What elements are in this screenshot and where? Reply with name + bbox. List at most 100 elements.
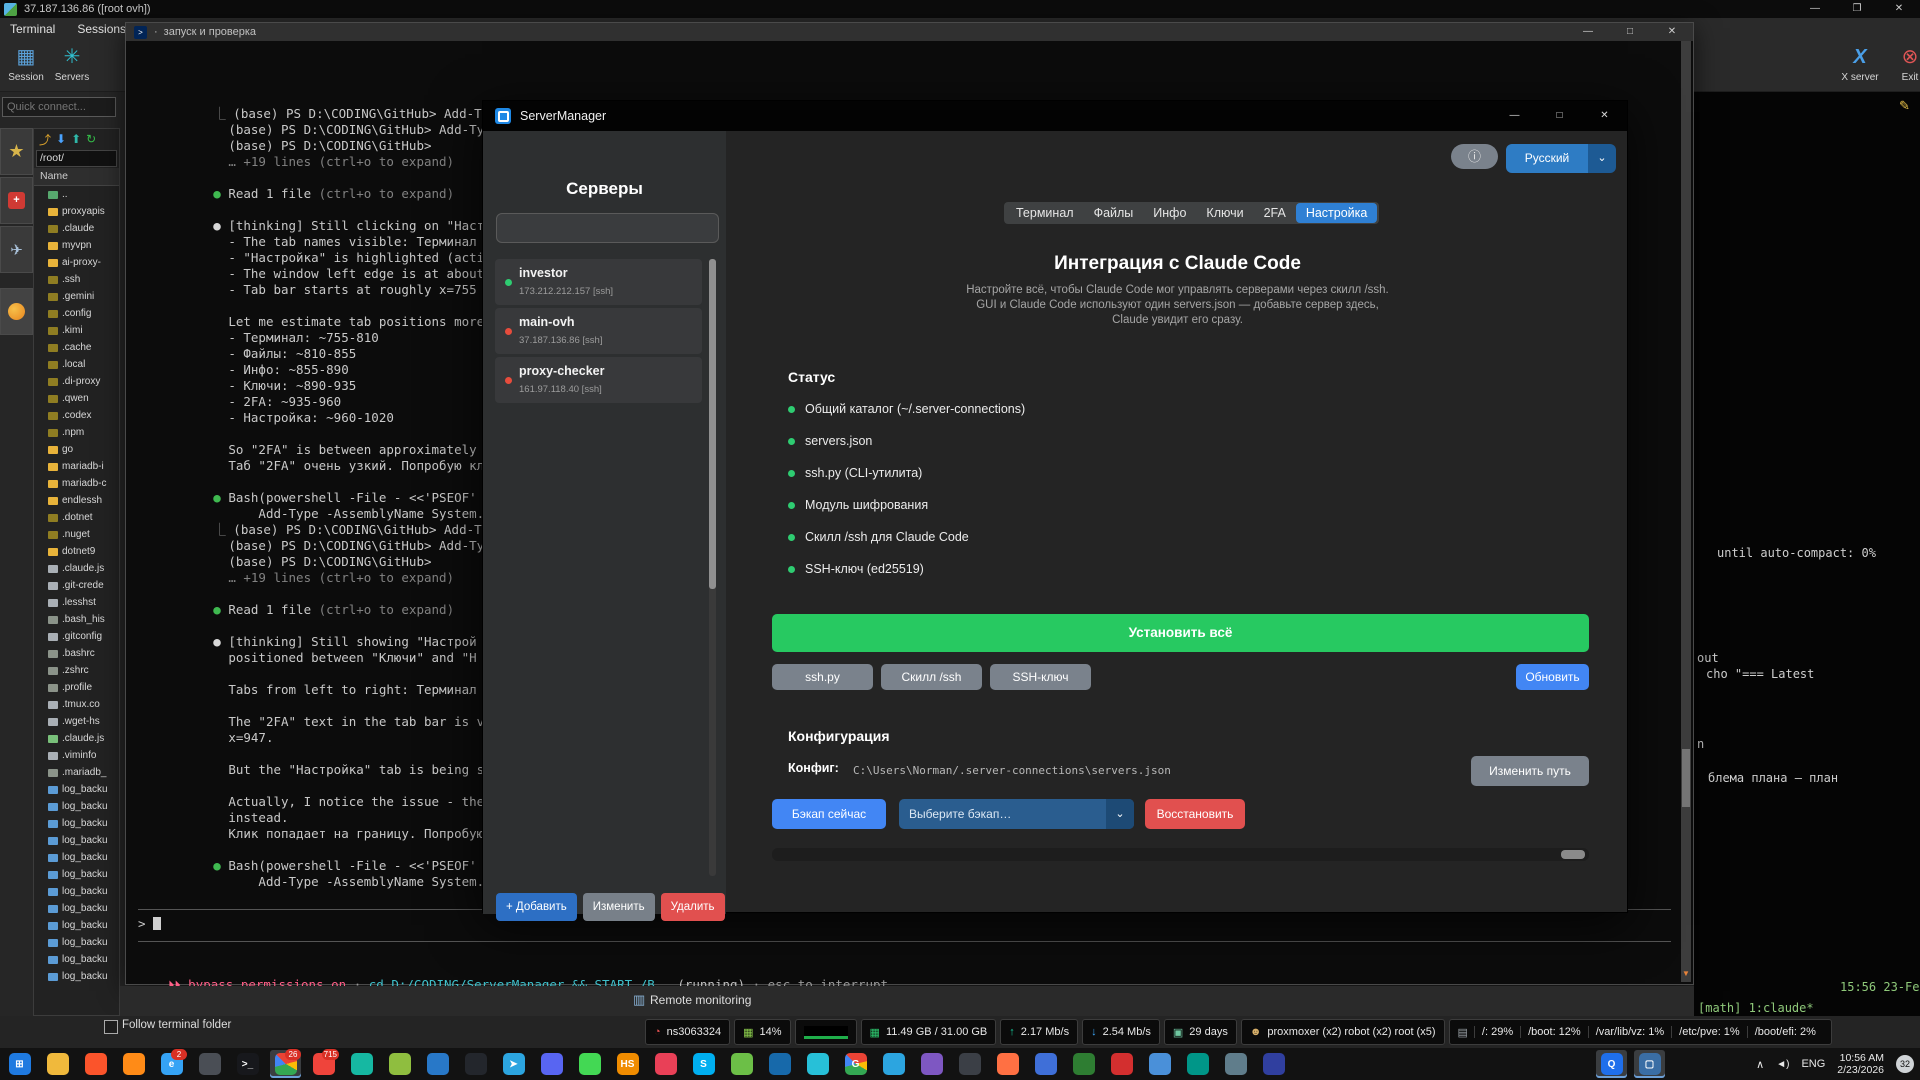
install-all-button[interactable]: Установить всё xyxy=(772,614,1589,652)
file-row[interactable]: log_backu xyxy=(34,849,119,866)
telegram-2[interactable] xyxy=(878,1050,909,1078)
file-row[interactable]: .mariadb_ xyxy=(34,764,119,781)
file-row[interactable]: endlessh xyxy=(34,492,119,509)
tab[interactable]: Ключи xyxy=(1196,203,1253,223)
chrome[interactable]: 26 xyxy=(270,1050,301,1078)
pencil-icon[interactable]: ✎ xyxy=(1899,98,1910,114)
tab[interactable]: Инфо xyxy=(1143,203,1196,223)
tab[interactable]: 2FA xyxy=(1254,203,1296,223)
file-row[interactable]: go xyxy=(34,441,119,458)
gray-app[interactable] xyxy=(954,1050,985,1078)
google[interactable]: G xyxy=(840,1050,871,1078)
purple-app[interactable] xyxy=(916,1050,947,1078)
firefox[interactable] xyxy=(118,1050,149,1078)
file-row[interactable]: .cache xyxy=(34,339,119,356)
blue-app[interactable] xyxy=(764,1050,795,1078)
file-row[interactable]: .dotnet xyxy=(34,509,119,526)
terminal-scrollbar[interactable] xyxy=(1681,41,1691,982)
file-row[interactable]: .zshrc xyxy=(34,662,119,679)
edge[interactable]: e 2 xyxy=(156,1050,187,1078)
change-path-button[interactable]: Изменить путь xyxy=(1471,756,1589,786)
minimize-icon[interactable]: — xyxy=(1492,101,1537,131)
component-chip-button[interactable]: ssh.py xyxy=(772,664,873,690)
green-app-2[interactable] xyxy=(1068,1050,1099,1078)
exit-button[interactable]: ⊗ Exit xyxy=(1888,42,1920,90)
file-explorer[interactable] xyxy=(42,1050,73,1078)
backup-select[interactable]: Выберите бэкап… ⌄ xyxy=(899,799,1134,829)
sidebar-tab-tools[interactable]: + xyxy=(0,177,33,224)
tab[interactable]: Настройка xyxy=(1296,203,1378,223)
blue-app-3[interactable] xyxy=(1144,1050,1175,1078)
horizontal-scrollbar[interactable] xyxy=(772,848,1589,861)
file-row[interactable]: log_backu xyxy=(34,866,119,883)
maximize-icon[interactable]: □ xyxy=(1609,23,1651,41)
close-icon[interactable]: ✕ xyxy=(1651,23,1693,41)
backup-now-button[interactable]: Бэкап сейчас xyxy=(772,799,886,829)
language-dropdown[interactable]: Русский ⌄ xyxy=(1506,144,1616,173)
file-row[interactable]: ai-proxy- xyxy=(34,254,119,271)
file-row[interactable]: log_backu xyxy=(34,781,119,798)
servers-button[interactable]: ✳ Servers xyxy=(48,42,96,90)
download-icon[interactable]: ⬇ xyxy=(56,132,66,146)
navy-app[interactable] xyxy=(1258,1050,1289,1078)
server-card[interactable]: investor 173.212.212.157 [ssh] xyxy=(495,259,702,305)
scrollbar-thumb[interactable] xyxy=(1561,850,1585,859)
maximize-icon[interactable]: □ xyxy=(1537,101,1582,131)
file-row[interactable]: log_backu xyxy=(34,900,119,917)
file-row[interactable]: .profile xyxy=(34,679,119,696)
green-app[interactable] xyxy=(726,1050,757,1078)
file-row[interactable]: .. xyxy=(34,186,119,203)
file-row[interactable]: .tmux.co xyxy=(34,696,119,713)
maximize-icon[interactable]: ❐ xyxy=(1836,0,1878,18)
scrollbar-thumb[interactable] xyxy=(1682,749,1690,807)
start[interactable]: ⊞ xyxy=(4,1050,35,1078)
scrollbar-thumb[interactable] xyxy=(709,259,716,589)
file-row[interactable]: .codex xyxy=(34,407,119,424)
file-row[interactable]: log_backu xyxy=(34,798,119,815)
volume-icon[interactable]: ◄) xyxy=(1776,1059,1789,1070)
file-list-name-header[interactable]: Name xyxy=(34,168,119,186)
menu-item[interactable]: Terminal xyxy=(10,22,55,36)
file-row[interactable]: dotnet9 xyxy=(34,543,119,560)
tray-expand-icon[interactable]: ∧ xyxy=(1756,1058,1764,1071)
obs[interactable] xyxy=(460,1050,491,1078)
server-card[interactable]: main-ovh 37.187.136.86 [ssh] xyxy=(495,308,702,354)
prompt-row[interactable]: > xyxy=(138,916,161,931)
vscode[interactable] xyxy=(422,1050,453,1078)
server-search-input[interactable] xyxy=(496,213,719,243)
heidisql[interactable]: HS xyxy=(612,1050,643,1078)
path-field[interactable]: /root/ xyxy=(36,150,117,167)
anydesk[interactable]: 715 xyxy=(308,1050,339,1078)
file-row[interactable]: log_backu xyxy=(34,934,119,951)
file-row[interactable]: .gemini xyxy=(34,288,119,305)
file-row[interactable]: .di-proxy xyxy=(34,373,119,390)
red-app[interactable] xyxy=(1106,1050,1137,1078)
pink-app[interactable] xyxy=(650,1050,681,1078)
menu-item[interactable]: Sessions xyxy=(77,22,126,36)
remote-monitoring-label[interactable]: Remote monitoring xyxy=(650,993,751,1007)
info-button[interactable]: ⓘ xyxy=(1451,144,1498,169)
follow-folder-checkbox[interactable] xyxy=(104,1020,118,1034)
server-list-scrollbar[interactable] xyxy=(709,259,716,876)
cyan-app[interactable] xyxy=(802,1050,833,1078)
telegram[interactable]: ➤ xyxy=(498,1050,529,1078)
sidebar-tab-sessions[interactable]: ✈ xyxy=(0,226,33,273)
file-row[interactable]: .wget-hs xyxy=(34,713,119,730)
quick-connect-input[interactable] xyxy=(2,97,116,117)
file-row[interactable]: .bashrc xyxy=(34,645,119,662)
brave[interactable] xyxy=(80,1050,111,1078)
file-row[interactable]: .viminfo xyxy=(34,747,119,764)
notification-count-badge[interactable]: 32 xyxy=(1896,1055,1914,1073)
file-row[interactable]: .bash_his xyxy=(34,611,119,628)
taskbar-clock[interactable]: 10:56 AM 2/23/2026 xyxy=(1837,1052,1884,1076)
file-row[interactable]: .npm xyxy=(34,424,119,441)
file-row[interactable]: log_backu xyxy=(34,968,119,985)
server-action-button[interactable]: Изменить xyxy=(583,893,655,921)
server-action-button[interactable]: + Добавить xyxy=(496,893,577,921)
blue-app-2[interactable] xyxy=(1030,1050,1061,1078)
x-server-button[interactable]: X X server xyxy=(1834,42,1886,90)
file-row[interactable]: log_backu xyxy=(34,832,119,849)
file-row[interactable]: .claude.js xyxy=(34,730,119,747)
slate-app[interactable] xyxy=(1220,1050,1251,1078)
file-row[interactable]: .claude xyxy=(34,220,119,237)
